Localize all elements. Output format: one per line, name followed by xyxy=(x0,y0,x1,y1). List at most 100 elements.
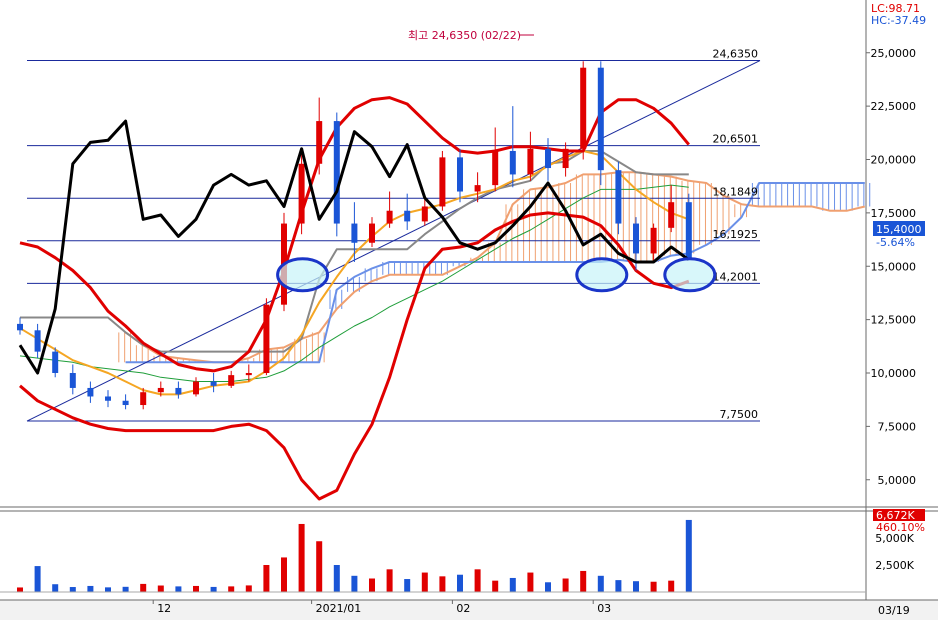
highlight-circle xyxy=(276,257,330,293)
candle-body xyxy=(298,163,305,224)
volume-change-label: 460.10% xyxy=(876,521,925,534)
volume-bar xyxy=(562,578,569,592)
volume-bar xyxy=(298,523,305,592)
candle-body xyxy=(193,381,199,395)
last-change-label: -5.64% xyxy=(876,236,915,249)
candle-body xyxy=(597,67,604,171)
candle-body xyxy=(52,351,59,373)
candle-body xyxy=(386,210,393,224)
volume-bar xyxy=(228,586,235,592)
volume-bar xyxy=(633,581,639,592)
chart-canvas: 24,6350 20,6501 18,1849 16,1925 14,2001 7,750… xyxy=(0,0,938,620)
candle-body xyxy=(509,150,516,175)
level-label: 20,6501 xyxy=(713,133,759,146)
level-label: 7,7500 xyxy=(720,408,759,421)
volume-bar xyxy=(140,583,147,592)
bollinger-bands xyxy=(19,96,690,501)
candle-body xyxy=(615,170,622,224)
volume-bar xyxy=(527,572,534,592)
candle-body xyxy=(457,157,463,192)
volume-bar xyxy=(157,585,164,592)
y-tick-label: 7,5000 xyxy=(878,420,917,433)
volume-bar xyxy=(439,576,446,592)
candle-body xyxy=(122,400,129,406)
candle-body xyxy=(316,121,323,164)
candle-body xyxy=(263,304,270,373)
candle-body xyxy=(404,210,411,222)
date-badge: 03/19 xyxy=(878,604,910,617)
candle-body xyxy=(492,150,499,186)
candlesticks xyxy=(17,61,692,410)
candle-body xyxy=(369,223,375,243)
candle-body xyxy=(228,375,235,386)
y-tick-label: 17,5000 xyxy=(871,207,917,220)
candle-body xyxy=(650,227,657,254)
cloud-span-a xyxy=(125,171,866,364)
highlight-circle xyxy=(575,257,629,293)
volume-bar xyxy=(105,587,111,592)
candle-body xyxy=(580,67,587,149)
x-tick-label: 2021/01 xyxy=(316,602,362,615)
candle-body xyxy=(351,223,358,243)
y-tick-label: 22,5000 xyxy=(871,100,917,113)
highlight-circle xyxy=(663,257,717,293)
x-tick-label: 02 xyxy=(456,602,470,615)
volume-bar xyxy=(34,566,41,592)
candle-body xyxy=(140,392,147,406)
volume-bar xyxy=(580,570,587,592)
candle-body xyxy=(210,381,217,386)
volume-bar xyxy=(245,585,252,592)
level-label: 14,2001 xyxy=(713,270,759,283)
y-tick-label: 12,5000 xyxy=(871,314,917,327)
volume-bar xyxy=(69,587,76,592)
volume-bar xyxy=(421,572,428,592)
candle-body xyxy=(668,202,675,228)
volume-bar xyxy=(492,580,499,592)
stock-chart: 24,6350 20,6501 18,1849 16,1925 14,2001 7,750… xyxy=(0,0,938,620)
volume-bar xyxy=(597,575,604,592)
volume-bar xyxy=(650,581,657,592)
y-tick-label: 5,0000 xyxy=(878,474,917,487)
volume-bar xyxy=(457,574,463,592)
volume-bar xyxy=(615,580,622,592)
volume-bar xyxy=(404,579,411,592)
candle-body xyxy=(685,202,692,258)
volume-bars xyxy=(0,519,866,593)
candle-body xyxy=(69,373,76,388)
volume-bar xyxy=(210,586,217,592)
level-label: 24,6350 xyxy=(713,48,759,61)
candle-body xyxy=(474,185,481,192)
candle-body xyxy=(157,387,164,393)
volume-bar xyxy=(545,582,551,592)
volume-bar xyxy=(263,565,270,592)
volume-bar xyxy=(87,585,94,592)
volume-bar xyxy=(474,569,481,592)
candle-body xyxy=(87,387,94,397)
volume-tick-label: 2,500K xyxy=(875,559,914,572)
volume-bar xyxy=(316,541,323,592)
candle-body xyxy=(421,206,428,222)
last-price-label: 15,4000 xyxy=(876,223,922,236)
candle-body xyxy=(545,148,551,169)
level-label: 18,1849 xyxy=(713,185,759,198)
volume-bar xyxy=(52,584,59,592)
volume-bar xyxy=(122,586,129,592)
y-tick-label: 25,0000 xyxy=(871,47,917,60)
volume-bar xyxy=(333,565,340,592)
volume-bar xyxy=(509,577,516,592)
candle-body xyxy=(17,323,23,331)
y-tick-label: 20,0000 xyxy=(871,154,917,167)
y-tick-label: 15,0000 xyxy=(871,260,917,273)
volume-bar xyxy=(193,585,199,592)
candle-body xyxy=(105,396,111,401)
volume-bar xyxy=(685,519,692,592)
volume-bar xyxy=(281,557,287,592)
x-tick-label: 03 xyxy=(597,602,611,615)
volume-bar xyxy=(17,587,23,592)
candle-body xyxy=(562,148,569,169)
candle-body xyxy=(333,121,340,224)
x-tick-label: 12 xyxy=(157,602,171,615)
volume-bar xyxy=(668,580,675,592)
ichimoku-cloud xyxy=(118,171,871,364)
volume-bar xyxy=(369,578,375,592)
